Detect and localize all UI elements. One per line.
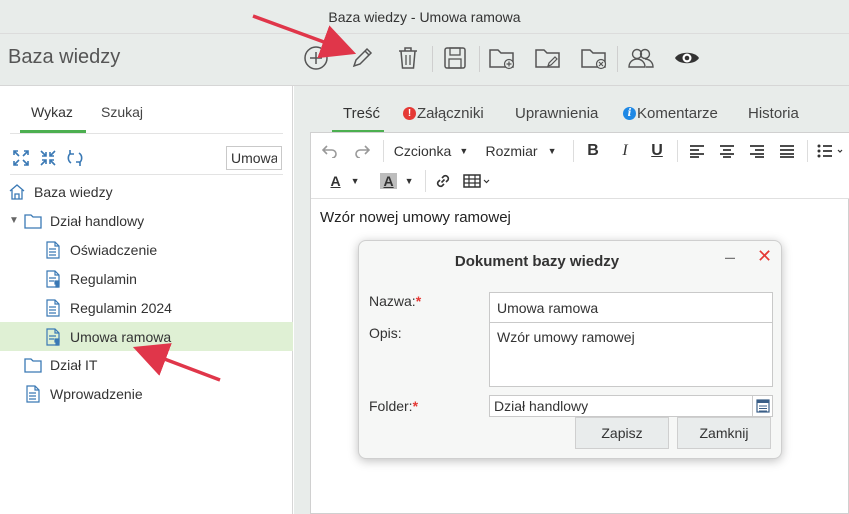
folder-delete-icon[interactable] [580, 44, 608, 72]
chevron-down-icon: ▼ [404, 176, 414, 186]
save-button[interactable]: Zapisz [575, 417, 669, 449]
bg-color-glyph: A [380, 173, 397, 189]
background-color-button[interactable]: A ▼ [375, 169, 419, 193]
left-panel: Wykaz Szukaj Baza wiedzy ▼ Dział handlowy O… [0, 86, 293, 514]
folder-label: Folder:* [369, 398, 418, 414]
tree-item-label: Dział handlowy [50, 212, 145, 229]
align-right-icon[interactable] [745, 139, 769, 163]
tab-zalaczniki-label: Załączniki [417, 105, 484, 122]
save-icon[interactable] [441, 44, 469, 72]
name-field[interactable] [489, 292, 773, 324]
folder-icon [24, 356, 42, 374]
folder-field[interactable]: Dział handlowy [489, 395, 773, 417]
eye-icon[interactable] [673, 44, 701, 72]
description-label: Opis: [369, 325, 402, 341]
users-icon[interactable] [627, 44, 655, 72]
required-mark: * [412, 398, 419, 414]
tree-item-label: Regulamin 2024 [70, 299, 172, 316]
main-toolbar: Baza wiedzy [0, 34, 849, 86]
search-input[interactable] [226, 146, 282, 170]
tab-tresc[interactable]: Treść [343, 105, 380, 122]
info-icon: i [623, 107, 636, 120]
text-color-button[interactable]: A ▼ [323, 169, 367, 193]
align-left-icon[interactable] [685, 139, 709, 163]
document-icon [44, 298, 62, 317]
tree-item-label: Dział IT [50, 356, 98, 373]
tree-item-label: Regulamin [70, 270, 137, 287]
folder-value: Dział handlowy [494, 398, 589, 414]
link-icon[interactable] [431, 169, 455, 193]
required-mark: * [415, 293, 422, 309]
redo-icon[interactable] [349, 139, 375, 163]
name-label: Nazwa:* [369, 293, 421, 309]
table-icon[interactable] [461, 169, 495, 193]
font-family-select[interactable]: Czcionka ▼ [391, 139, 471, 163]
folder-add-icon[interactable] [488, 44, 516, 72]
align-center-icon[interactable] [715, 139, 739, 163]
document-icon [24, 384, 42, 403]
tree-item[interactable]: Baza wiedzy [0, 177, 293, 206]
add-icon[interactable] [302, 44, 330, 72]
tree-item[interactable]: Dział IT [0, 350, 293, 379]
tree-item[interactable]: Regulamin [0, 264, 293, 293]
chevron-down-icon: ▼ [547, 146, 557, 156]
tree-item[interactable]: ▼ Dział handlowy [0, 206, 293, 235]
tree-item[interactable]: Umowa ramowa [0, 322, 293, 351]
collapse-all-icon[interactable] [38, 148, 58, 168]
align-justify-icon[interactable] [775, 139, 799, 163]
folder-label-text: Folder: [369, 398, 413, 414]
italic-button[interactable]: I [613, 139, 637, 163]
undo-icon[interactable] [317, 139, 343, 163]
window-title: Baza wiedzy - Umowa ramowa [0, 0, 849, 34]
chevron-down-icon: ▼ [459, 146, 469, 156]
edit-pencil-icon[interactable] [348, 44, 376, 72]
expand-all-icon[interactable] [11, 148, 31, 168]
editor-toolbar: Czcionka ▼ Rozmiar ▼ B I U A ▼ A ▼ [311, 133, 849, 199]
name-label-text: Nazwa: [369, 293, 416, 309]
tree-item[interactable]: Regulamin 2024 [0, 293, 293, 322]
tree-item-label: Oświadczenie [70, 241, 158, 258]
editor-content[interactable]: Wzór nowej umowy ramowej [320, 209, 511, 226]
tree-item[interactable]: Wprowadzenie [0, 379, 293, 408]
font-family-label: Czcionka [393, 143, 452, 159]
tab-zalaczniki[interactable]: ! Załączniki [403, 105, 484, 122]
document-icon [44, 240, 62, 259]
tab-komentarze-label: Komentarze [637, 105, 718, 122]
minimize-icon[interactable]: – [725, 247, 735, 268]
tab-uprawnienia[interactable]: Uprawnienia [515, 105, 598, 122]
folder-icon [24, 212, 42, 230]
document-pin-icon [44, 327, 62, 346]
tree-item-label: Wprowadzenie [50, 385, 143, 402]
font-size-label: Rozmiar [485, 143, 538, 159]
tree-item-label: Baza wiedzy [34, 183, 113, 200]
description-field[interactable]: Wzór umowy ramowej [489, 322, 773, 387]
underline-button[interactable]: U [645, 139, 669, 163]
refresh-icon[interactable] [65, 148, 85, 168]
close-button[interactable]: Zamknij [677, 417, 771, 449]
folder-picker-icon[interactable] [752, 396, 772, 416]
tab-komentarze[interactable]: i Komentarze [623, 105, 718, 122]
close-icon[interactable]: ✕ [757, 246, 772, 267]
tab-szukaj[interactable]: Szukaj [101, 104, 143, 120]
folder-edit-icon[interactable] [534, 44, 562, 72]
chevron-down-icon[interactable]: ▼ [9, 215, 19, 226]
text-color-glyph: A [330, 173, 341, 189]
bold-button[interactable]: B [581, 139, 605, 163]
tree-item[interactable]: Oświadczenie [0, 235, 293, 264]
document-dialog: Dokument bazy wiedzy – ✕ Nazwa:* Opis: W… [358, 240, 782, 459]
font-size-select[interactable]: Rozmiar ▼ [481, 139, 561, 163]
alert-icon: ! [403, 107, 416, 120]
tab-wykaz[interactable]: Wykaz [31, 104, 73, 120]
home-icon [8, 183, 26, 201]
tree-item-label: Umowa ramowa [70, 328, 172, 345]
chevron-down-icon: ▼ [350, 176, 360, 186]
app-title: Baza wiedzy [8, 46, 121, 68]
document-pin-icon [44, 269, 62, 288]
bullet-list-icon[interactable] [815, 139, 845, 163]
dialog-title: Dokument bazy wiedzy [454, 253, 620, 270]
trash-icon[interactable] [394, 44, 422, 72]
tab-historia[interactable]: Historia [748, 105, 799, 122]
